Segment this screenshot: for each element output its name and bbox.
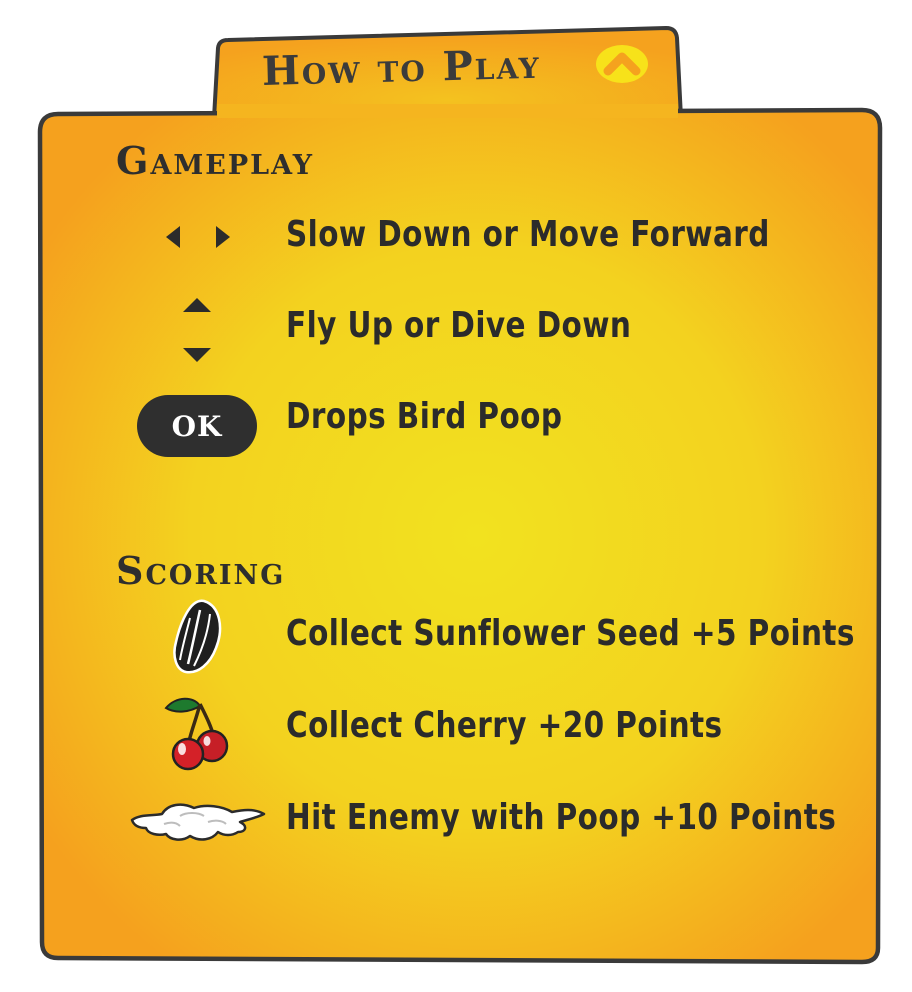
scoring-row-text: Collect Sunflower Seed +5 Points	[286, 613, 855, 654]
ok-button-icon: OK	[137, 395, 257, 457]
sunflower-seed-icon	[170, 598, 226, 680]
scoring-row-text: Hit Enemy with Poop +10 Points	[286, 797, 837, 838]
gameplay-row-text: Fly Up or Dive Down	[286, 305, 632, 346]
bird-poop-splat-icon	[128, 800, 268, 848]
collapse-button[interactable]	[594, 42, 650, 86]
chevron-up-icon	[596, 45, 648, 83]
panel-title: How to Play	[261, 40, 542, 95]
cherry-icon	[160, 694, 234, 776]
left-right-arrows-icon	[162, 224, 234, 254]
gameplay-row-text: Drops Bird Poop	[286, 396, 563, 437]
scoring-row-text: Collect Cherry +20 Points	[286, 705, 723, 746]
gameplay-row-text: Slow Down or Move Forward	[286, 214, 770, 255]
up-down-arrows-icon	[180, 296, 214, 370]
gameplay-heading: Gameplay	[116, 138, 315, 183]
scoring-heading: Scoring	[116, 548, 286, 593]
